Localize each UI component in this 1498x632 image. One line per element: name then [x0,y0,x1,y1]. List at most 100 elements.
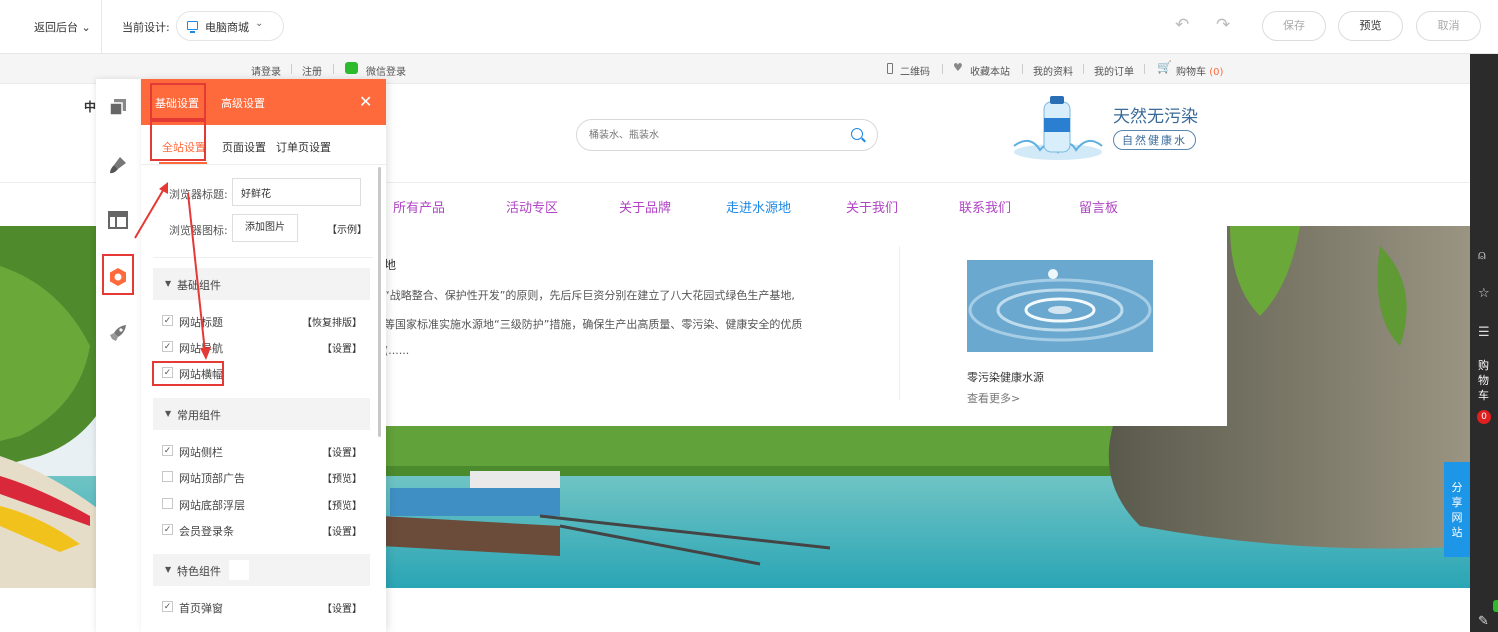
star-icon[interactable]: ☆ [1478,286,1490,301]
panel-text-line: “战略整合、保护性开发”的原则，先后斥巨资分别在建立了八大花园式绿色生产基地, [384,289,795,302]
checkbox-site-sidebar[interactable]: ✓ [162,445,173,456]
monitor-icon [187,21,198,33]
cart-badge: 0 [1477,410,1491,424]
view-more-link[interactable]: 查看更多> [967,390,1020,406]
cancel-button[interactable]: 取消 [1416,11,1481,41]
group-common-components[interactable]: ▼ 常用组件 [153,398,370,430]
nav-item-about-us[interactable]: 关于我们 [846,197,898,216]
component-row: ✓ 网站标题 【恢复排版】 [162,314,362,329]
phone-icon [887,63,893,74]
divider [153,257,373,258]
back-to-admin-button[interactable]: 返回后台 ⌄ [34,19,91,35]
component-row: ✓ 网站侧栏 【设置】 [162,444,362,459]
save-button[interactable]: 保存 [1262,11,1326,41]
chat-tab[interactable] [1493,600,1498,612]
site-logo[interactable]: 中 [84,98,96,115]
divider [1144,64,1145,74]
nav-item-water-source[interactable]: 走进水源地 [726,197,791,216]
top-ad-preview-link[interactable]: 【预览】 [322,470,362,485]
sidebar-settings-link[interactable]: 【设置】 [322,444,362,459]
undo-icon[interactable]: ↶ [1175,15,1189,35]
divider [1083,64,1084,74]
panel-scrollbar[interactable] [378,167,381,437]
member-bar-settings-link[interactable]: 【设置】 [322,523,362,538]
chevron-down-icon: ⌄ [81,21,91,34]
preview-button[interactable]: 预览 [1338,11,1403,41]
bottom-float-preview-link[interactable]: 【预览】 [322,497,362,512]
component-row: ✓ 网站横幅 [162,367,223,381]
site-search[interactable] [576,119,878,151]
subtab-order-settings[interactable]: 订单页设置 [276,139,331,155]
checkbox-bottom-float[interactable] [162,498,173,509]
share-site-button[interactable]: 分 享 网 站 [1444,462,1470,557]
site-right-rail: ⍝ ☆ ☰ 购 物 车 0 ✎ [1470,54,1498,632]
my-orders-link[interactable]: 我的订单 [1094,63,1134,78]
checkbox-site-nav[interactable]: ✓ [162,341,173,352]
nav-settings-link[interactable]: 【设置】 [322,340,362,355]
checkbox-site-banner[interactable]: ✓ [162,367,173,378]
divider [1022,64,1023,74]
qrcode-link[interactable]: 二维码 [900,63,930,78]
checkbox-site-title[interactable]: ✓ [162,315,173,326]
nav-item-promotions[interactable]: 活动专区 [506,197,558,216]
brush-icon[interactable] [108,155,128,175]
caret-down-icon: ▼ [165,565,172,574]
add-image-button[interactable]: 添加图片 [232,214,298,242]
redo-icon[interactable]: ↷ [1216,15,1230,35]
caret-down-icon: ▼ [165,279,172,288]
checkbox-home-popup[interactable]: ✓ [162,601,173,612]
user-icon[interactable]: ⍝ [1478,248,1486,263]
panel-text-line: 等国家标准实施水源地“三级防护”措施，确保生产出高质量、零污染、健康安全的优质 [384,318,803,331]
divider [942,64,943,74]
nav-item-all-products[interactable]: 所有产品 [393,197,445,216]
nav-item-contact[interactable]: 联系我们 [959,197,1011,216]
browser-title-input[interactable] [241,185,351,199]
checkbox-top-ad[interactable] [162,471,173,482]
group-special-components[interactable]: ▼ 特色组件 [153,554,370,586]
editor-topbar: 返回后台 ⌄ 当前设计: 电脑商城 ⌄ ↶ ↷ 保存 预览 取消 [0,0,1498,54]
my-profile-link[interactable]: 我的资料 [1033,63,1073,78]
wechat-login-link[interactable]: 微信登录 [366,63,406,78]
home-popup-settings-link[interactable]: 【设置】 [322,600,362,615]
subtab-site-settings[interactable]: 全站设置 [162,139,206,155]
search-icon[interactable] [851,128,863,140]
nav-item-brand[interactable]: 关于品牌 [619,197,671,216]
browser-title-field[interactable] [232,178,361,206]
close-icon[interactable]: ✕ [359,92,372,111]
water-drop-image [967,260,1153,352]
component-row: ✓ 首页弹窗 【设置】 [162,600,362,615]
tab-advanced-settings[interactable]: 高级设置 [221,95,265,111]
register-link[interactable]: 注册 [302,63,322,78]
search-input[interactable] [589,127,839,143]
login-link[interactable]: 请登录 [251,63,281,78]
rocket-icon[interactable] [108,323,128,343]
ad-subtitle: 自然健康水 [1113,130,1196,150]
message-icon[interactable]: ☰ [1478,325,1490,340]
cart-sidebar-button[interactable]: 购 物 车 [1478,358,1492,403]
cart-link[interactable]: 购物车 (0) [1176,63,1223,78]
restore-layout-link[interactable]: 【恢复排版】 [302,314,362,329]
settings-panel: 基础设置 高级设置 ✕ 全站设置 页面设置 订单页设置 浏览器标题: 浏览器图标… [141,79,386,632]
layers-icon[interactable] [108,97,128,117]
example-link[interactable]: 【示例】 [327,221,367,236]
group-badge-box [229,560,249,580]
design-select[interactable]: 电脑商城 ⌄ [176,11,284,41]
layout-icon[interactable] [108,210,128,230]
cart-icon: 🛒 [1157,60,1172,74]
settings-subtabs: 全站设置 页面设置 订单页设置 [141,125,386,165]
ad-title: 天然无污染 [1113,107,1198,127]
heart-icon: ♥ [953,61,963,74]
divider [101,0,102,54]
subtab-page-settings[interactable]: 页面设置 [222,139,266,155]
nav-item-guestbook[interactable]: 留言板 [1079,197,1118,216]
favorite-link[interactable]: 收藏本站 [970,63,1010,78]
edit-icon[interactable]: ✎ [1478,614,1489,629]
divider [333,64,334,74]
settings-hexagon-icon[interactable] [108,267,128,287]
browser-icon-label: 浏览器图标: [169,224,228,237]
browser-title-label: 浏览器标题: [169,188,228,201]
group-basic-components[interactable]: ▼ 基础组件 [153,268,370,300]
panel-text-line: (...... [384,344,410,357]
checkbox-member-login-bar[interactable]: ✓ [162,524,173,535]
tab-basic-settings[interactable]: 基础设置 [155,95,199,111]
